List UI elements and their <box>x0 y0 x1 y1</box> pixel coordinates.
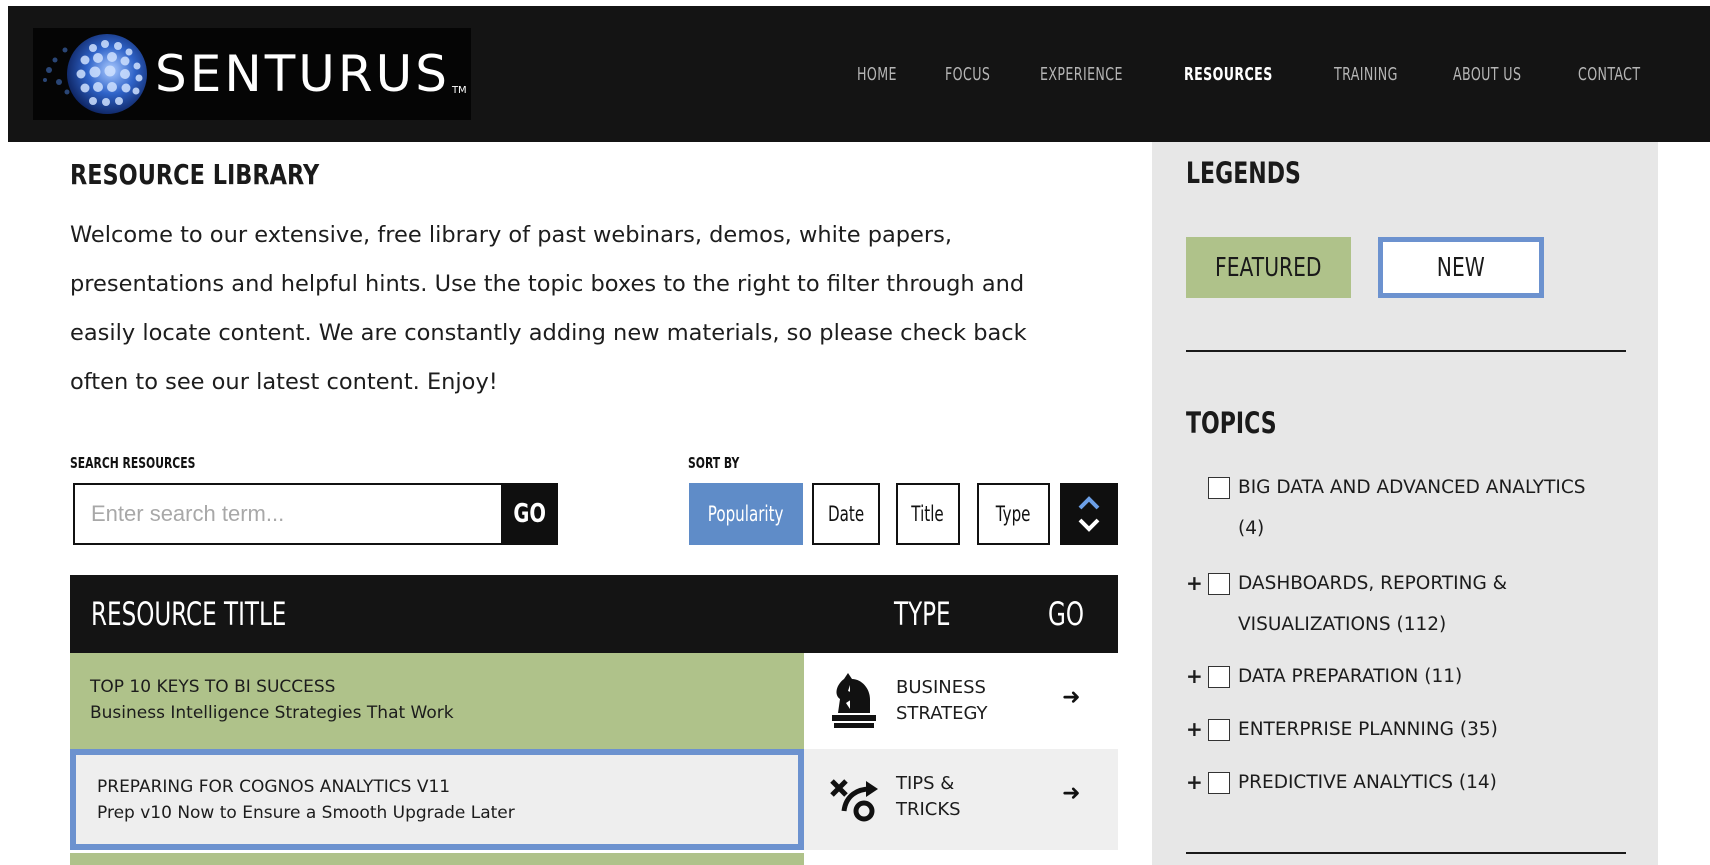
nav-training[interactable]: TRAINING <box>1334 64 1398 85</box>
legend-featured-label: FEATURED <box>1215 252 1322 283</box>
topic-checkbox[interactable] <box>1208 573 1230 595</box>
resource-table-header: RESOURCE TITLE TYPE GO <box>70 575 1118 653</box>
sort-option-label: Type <box>996 502 1031 526</box>
site-header: SENTURUS TM HOME FOCUS EXPERIENCE RESOUR… <box>8 6 1710 142</box>
main-nav: HOME FOCUS EXPERIENCE RESOURCES TRAINING… <box>857 64 1658 85</box>
sidebar-divider <box>1186 350 1626 352</box>
topic-label: PREDICTIVE ANALYTICS (14) <box>1238 772 1497 793</box>
topic-checkbox[interactable] <box>1208 666 1230 688</box>
expand-plus-icon[interactable]: + <box>1186 709 1203 750</box>
column-header-type: TYPE <box>894 595 951 633</box>
globe-icon <box>41 30 149 118</box>
sort-order-toggle[interactable] <box>1060 483 1118 545</box>
topic-label: BIG DATA AND ADVANCED ANALYTICS (4) <box>1238 467 1586 549</box>
table-row-partial[interactable] <box>70 853 804 865</box>
sort-order-icon <box>1078 496 1100 532</box>
resource-subtitle: Prep v10 Now to Ensure a Smooth Upgrade … <box>97 803 515 823</box>
sort-title-button[interactable]: Title <box>896 483 960 545</box>
sort-label: SORT BY <box>688 454 740 472</box>
sidebar-divider <box>1186 852 1626 854</box>
topic-label-line: VISUALIZATIONS (112) <box>1238 614 1447 635</box>
search-input[interactable]: Enter search term... <box>73 483 505 545</box>
intro-line: Welcome to our extensive, free library o… <box>70 222 953 248</box>
resource-subtitle: Business Intelligence Strategies That Wo… <box>90 703 454 723</box>
senturus-logo[interactable]: SENTURUS TM <box>33 28 471 120</box>
table-row[interactable]: PREPARING FOR COGNOS ANALYTICS V11 Prep … <box>70 749 1118 850</box>
topic-checkbox[interactable] <box>1208 772 1230 794</box>
intro-text: Welcome to our extensive, free library o… <box>70 211 1120 407</box>
search-label: SEARCH RESOURCES <box>70 454 196 472</box>
type-line: BUSINESS <box>896 677 986 698</box>
sort-date-button[interactable]: Date <box>812 483 880 545</box>
sort-option-label: Date <box>827 502 865 526</box>
topic-label-line: (4) <box>1238 518 1265 539</box>
page-title: RESOURCE LIBRARY <box>70 158 320 191</box>
topic-label: DATA PREPARATION (11) <box>1238 666 1463 687</box>
sidebar: LEGENDS FEATURED NEW TOPICS BIG DATA AND… <box>1152 142 1658 865</box>
go-arrow-icon[interactable]: ➜ <box>1062 781 1080 806</box>
row-type-cell: TIPS & TRICKS ➜ <box>804 749 1118 850</box>
topics-heading: TOPICS <box>1186 406 1277 440</box>
tips-tricks-icon <box>830 779 878 822</box>
topic-checkbox[interactable] <box>1208 477 1230 499</box>
sort-popularity-button[interactable]: Popularity <box>689 483 803 545</box>
resource-library: RESOURCE LIBRARY Welcome to our extensiv… <box>70 142 1120 850</box>
column-header-title: RESOURCE TITLE <box>91 595 287 633</box>
expand-plus-icon[interactable]: + <box>1186 563 1203 604</box>
chess-knight-icon <box>832 673 876 728</box>
nav-experience[interactable]: EXPERIENCE <box>1040 64 1123 85</box>
go-arrow-icon[interactable]: ➜ <box>1062 685 1080 710</box>
topic-label-line: BIG DATA AND ADVANCED ANALYTICS <box>1238 477 1586 498</box>
row-title-cell: TOP 10 KEYS TO BI SUCCESS Business Intel… <box>70 653 804 749</box>
row-title-cell: PREPARING FOR COGNOS ANALYTICS V11 Prep … <box>70 749 804 850</box>
sort-option-label: Title <box>911 502 945 526</box>
trademark-mark: TM <box>451 85 467 96</box>
expand-plus-icon[interactable]: + <box>1186 656 1203 697</box>
sort-type-button[interactable]: Type <box>977 483 1050 545</box>
table-row[interactable]: TOP 10 KEYS TO BI SUCCESS Business Intel… <box>70 653 1118 749</box>
resource-type: TIPS & TRICKS <box>896 771 961 823</box>
intro-line: often to see our latest content. Enjoy! <box>70 369 498 395</box>
nav-focus[interactable]: FOCUS <box>945 64 990 85</box>
topic-checkbox[interactable] <box>1208 719 1230 741</box>
nav-contact[interactable]: CONTACT <box>1578 64 1640 85</box>
intro-line: easily locate content. We are constantly… <box>70 320 1027 346</box>
topic-label: DASHBOARDS, REPORTING & VISUALIZATIONS (… <box>1238 563 1507 645</box>
column-header-go: GO <box>1048 595 1084 633</box>
resource-title: PREPARING FOR COGNOS ANALYTICS V11 <box>97 777 451 797</box>
nav-resources[interactable]: RESOURCES <box>1184 64 1273 85</box>
brand-name: SENTURUS <box>155 45 450 103</box>
legend-featured-badge: FEATURED <box>1186 237 1351 298</box>
legend-new-badge: NEW <box>1378 237 1544 298</box>
type-line: TIPS & <box>896 773 955 794</box>
expand-plus-icon[interactable]: + <box>1186 762 1203 803</box>
search-go-label: GO <box>513 499 546 529</box>
search-go-button[interactable]: GO <box>501 483 558 545</box>
resource-type: BUSINESS STRATEGY <box>896 675 988 727</box>
row-type-cell: BUSINESS STRATEGY ➜ <box>804 653 1118 749</box>
sort-option-label: Popularity <box>708 502 784 526</box>
legend-new-label: NEW <box>1436 252 1486 283</box>
type-line: TRICKS <box>896 799 961 820</box>
topic-label: ENTERPRISE PLANNING (35) <box>1238 719 1498 740</box>
resource-title: TOP 10 KEYS TO BI SUCCESS <box>90 677 336 697</box>
type-line: STRATEGY <box>896 703 988 724</box>
nav-about-us[interactable]: ABOUT US <box>1453 64 1521 85</box>
nav-home[interactable]: HOME <box>857 64 897 85</box>
legends-heading: LEGENDS <box>1186 156 1301 190</box>
topic-label-line: DASHBOARDS, REPORTING & <box>1238 573 1508 594</box>
intro-line: presentations and helpful hints. Use the… <box>70 271 1025 297</box>
